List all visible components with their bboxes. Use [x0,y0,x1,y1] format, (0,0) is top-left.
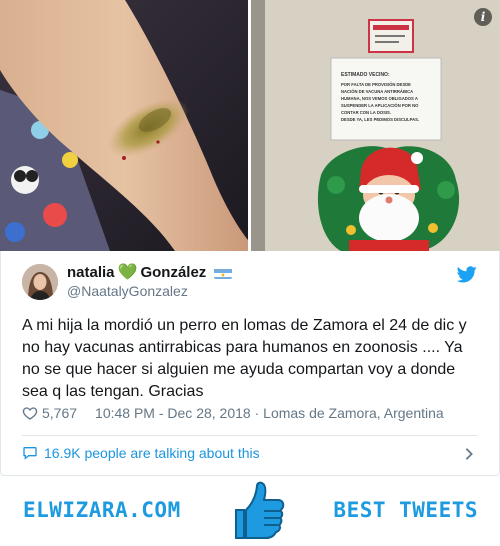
chevron-right-icon[interactable] [464,447,474,461]
thumbs-up-icon [235,481,285,539]
argentina-flag-icon [214,267,233,279]
door-notice-illustration: ESTIMADO VECINO: POR FALTA DE PROVISIÓN … [251,0,500,251]
best-tweets-tagline: BEST TWEETS [333,498,478,522]
tweet-card: natalia 💚 González @NaatalyGonzalez A mi… [0,251,500,476]
tweet-meta: 5,767 10:48 PM - Dec 28, 2018 · Lomas de… [22,405,444,421]
like-count[interactable]: 5,767 [42,405,77,421]
twitter-bird-icon[interactable] [457,266,477,283]
tweet-text: A mi hija la mordió un perro en lomas de… [22,317,467,400]
talking-count-text: 16.9K people are talking about this [44,445,260,461]
notice-line: HUMANA, NOS VEMOS OBLIGADOS A [341,96,418,101]
display-name-last: González [140,264,207,281]
info-icon[interactable]: i [474,8,492,26]
tweet-location[interactable]: Lomas de Zamora, Argentina [263,405,444,421]
brand-footer: ELWIZARA.COM BEST TWEETS [0,476,500,546]
arm-photo-illustration [0,0,248,251]
notice-line: DESDE YA, LES PEDIMOS DISCULPAS. [341,117,419,122]
display-name[interactable]: natalia 💚 González [67,263,233,282]
brand-name: ELWIZARA.COM [23,498,181,522]
conversation-link[interactable]: 16.9K people are talking about this [22,445,478,461]
green-heart-emoji-icon: 💚 [117,264,138,281]
heart-icon[interactable] [22,405,38,421]
tweet-author[interactable]: natalia 💚 González @NaatalyGonzalez [22,263,233,300]
avatar-image [22,263,58,300]
display-name-first: natalia [67,264,115,281]
photo-door-notice[interactable]: ESTIMADO VECINO: POR FALTA DE PROVISIÓN … [251,0,500,251]
speech-bubble-icon [23,447,37,460]
meta-separator: · [250,405,264,421]
notice-line: NACIÓN DE VACUNA ANTIRRÁBICA [341,89,413,94]
notice-line: CONTAR CON LA DOSIS. [341,110,391,115]
tweet-media: ESTIMADO VECINO: POR FALTA DE PROVISIÓN … [0,0,500,251]
avatar[interactable] [22,263,58,300]
notice-line: SUSPENDER LA APLICACIÓN POR NO [341,103,419,108]
divider [22,435,478,436]
notice-title: ESTIMADO VECINO: [341,72,390,78]
tweet-timestamp[interactable]: 10:48 PM - Dec 28, 2018 [95,405,251,421]
user-handle[interactable]: @NaatalyGonzalez [67,282,232,300]
photo-arm-bruise[interactable] [0,0,248,251]
santa-decoration [317,146,460,251]
notice-line: POR FALTA DE PROVISIÓN DESDE [341,82,411,87]
